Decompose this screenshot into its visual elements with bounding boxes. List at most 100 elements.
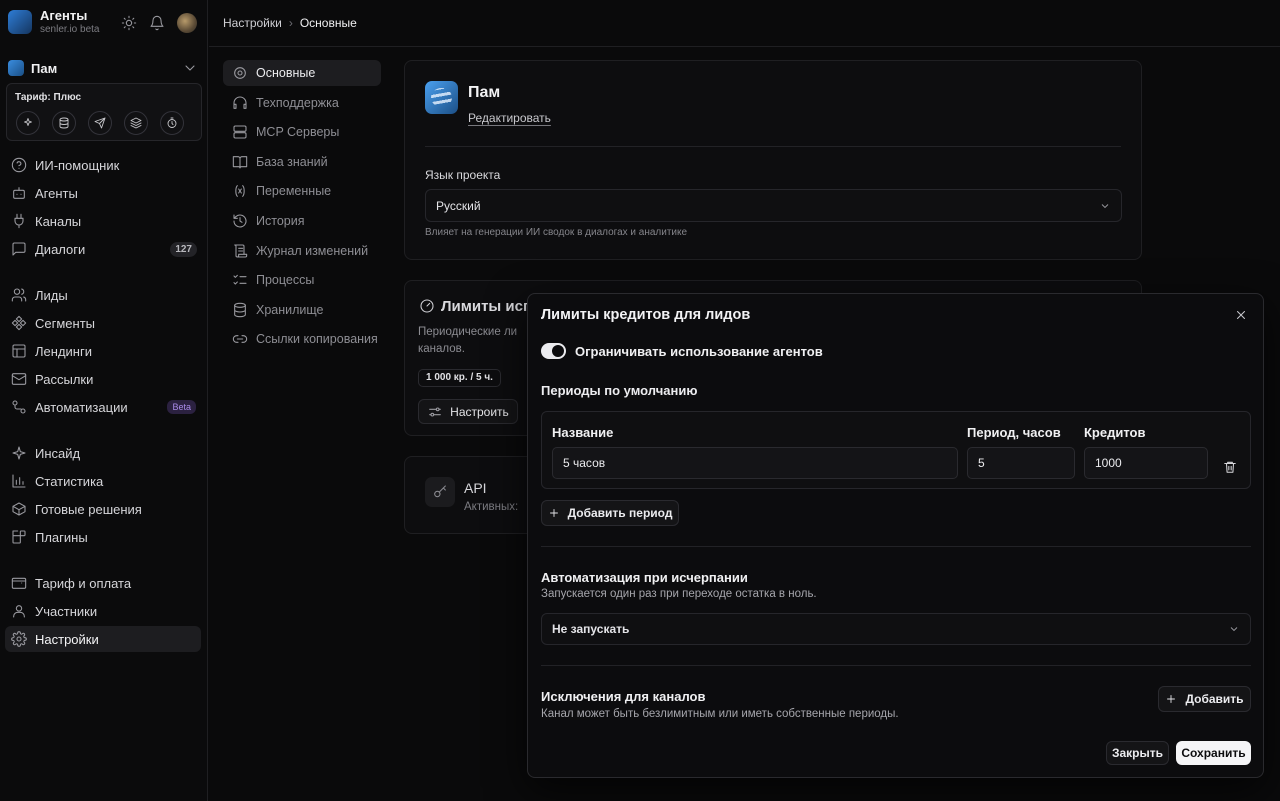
trash-icon[interactable] (1223, 460, 1237, 474)
add-period-label: Добавить период (567, 506, 673, 520)
settings-nav-storage[interactable]: Хранилище (223, 297, 381, 323)
send-icon[interactable] (88, 111, 112, 135)
settings-nav-support[interactable]: Техподдержка (223, 90, 381, 116)
plug-icon (11, 213, 27, 229)
nav-ai-assistant[interactable]: ИИ-помощник (5, 152, 201, 178)
brand-subtitle: senler.io beta (40, 24, 100, 35)
sparkle-icon (11, 445, 27, 461)
nav-segments[interactable]: Сегменты (5, 310, 201, 336)
settings-nav-changelog[interactable]: Журнал изменений (223, 238, 381, 264)
server-icon (232, 124, 248, 140)
brand[interactable]: Агенты senler.io beta (8, 8, 100, 35)
nav-channels[interactable]: Каналы (5, 208, 201, 234)
period-hours-input[interactable]: 5 (967, 447, 1075, 479)
theme-sun-icon[interactable] (121, 15, 137, 31)
scroll-icon (232, 243, 248, 259)
settings-nav-copy-links[interactable]: Ссылки копирования (223, 326, 381, 352)
nav-automations[interactable]: Автоматизации Beta (5, 394, 201, 420)
limits-description: Периодические ли каналов. (418, 326, 518, 355)
plus-icon (1165, 693, 1177, 705)
nav-ready-solutions[interactable]: Готовые решения (5, 496, 201, 522)
layout-icon (11, 343, 27, 359)
settings-nav-label: Техподдержка (256, 96, 339, 110)
workflow-icon (11, 399, 27, 415)
automation-select[interactable]: Не запускать (541, 613, 1251, 645)
nav-label: ИИ-помощник (35, 157, 120, 173)
toggle-label: Ограничивать использование агентов (575, 344, 823, 359)
dialog-title: Лимиты кредитов для лидов (541, 307, 751, 323)
divider (425, 146, 1121, 147)
nav-members[interactable]: Участники (5, 598, 201, 624)
nav-insight[interactable]: Инсайд (5, 440, 201, 466)
limits-title: Лимиты исп (441, 298, 533, 315)
nav-plugins[interactable]: Плагины (5, 524, 201, 550)
settings-nav-processes[interactable]: Процессы (223, 267, 381, 293)
project-card: Пам Редактировать Язык проекта Русский В… (404, 60, 1142, 260)
nav-label: Сегменты (35, 315, 96, 331)
project-name: Пам (31, 60, 58, 76)
settings-nav-mcp[interactable]: MCP Серверы (223, 119, 381, 145)
variable-icon (232, 183, 248, 199)
language-select[interactable]: Русский (425, 189, 1122, 222)
settings-nav-general[interactable]: Основные (223, 60, 381, 86)
users-icon (11, 287, 27, 303)
settings-nav-label: История (256, 214, 305, 228)
period-name-input[interactable]: 5 часов (552, 447, 958, 479)
nav-mailings[interactable]: Рассылки (5, 366, 201, 392)
nav-dialogs[interactable]: Диалоги 127 (5, 236, 201, 262)
settings-nav-knowledge[interactable]: База знаний (223, 149, 381, 175)
nav-settings[interactable]: Настройки (5, 626, 201, 652)
nav-landings[interactable]: Лендинги (5, 338, 201, 364)
nav-label: Лендинги (35, 343, 92, 359)
limits-chip: 1 000 кр. / 5 ч. (418, 369, 501, 387)
timer-icon[interactable] (160, 111, 184, 135)
add-exception-button[interactable]: Добавить (1158, 686, 1251, 712)
settings-nav-variables[interactable]: Переменные (223, 178, 381, 204)
main-sidebar: Агенты senler.io beta Пам Тариф: Плюс ИИ… (0, 0, 208, 801)
settings-nav-label: Основные (256, 66, 316, 80)
database-icon[interactable] (52, 111, 76, 135)
settings-nav-label: Переменные (256, 184, 332, 198)
bell-icon[interactable] (149, 15, 165, 31)
history-icon (232, 213, 248, 229)
chart-icon (11, 473, 27, 489)
settings-nav-label: Журнал изменений (256, 244, 369, 258)
gauge-icon (419, 298, 435, 314)
layers-icon[interactable] (124, 111, 148, 135)
nav-label: Плагины (35, 529, 88, 545)
avatar[interactable] (177, 13, 197, 33)
nav-statistics[interactable]: Статистика (5, 468, 201, 494)
save-button[interactable]: Сохранить (1176, 741, 1251, 765)
period-credits-input[interactable]: 1000 (1084, 447, 1208, 479)
nav-leads[interactable]: Лиды (5, 282, 201, 308)
plan-box: Тариф: Плюс (6, 83, 202, 141)
project-card-name: Пам (468, 84, 501, 101)
nav-label: Инсайд (35, 445, 81, 461)
nav-billing[interactable]: Тариф и оплата (5, 570, 201, 596)
col-credits-header: Кредитов (1084, 425, 1146, 440)
nav-agents[interactable]: Агенты (5, 180, 201, 206)
breadcrumb: Настройки › Основные (223, 16, 357, 30)
sparkles-icon[interactable] (16, 111, 40, 135)
nav-label: Агенты (35, 185, 78, 201)
configure-label: Настроить (450, 404, 509, 419)
nav-label: Автоматизации (35, 399, 128, 415)
brand-title: Агенты (40, 8, 88, 23)
periods-table: Название Период, часов Кредитов 5 часов … (541, 411, 1251, 489)
add-period-button[interactable]: Добавить период (541, 500, 679, 526)
project-switcher[interactable]: Пам (8, 58, 198, 78)
api-title: API (464, 480, 487, 496)
list-checks-icon (232, 272, 248, 288)
configure-limits-button[interactable]: Настроить (418, 399, 518, 424)
puzzle-icon (11, 529, 27, 545)
close-icon[interactable] (1234, 308, 1248, 322)
limit-agents-toggle[interactable] (541, 343, 566, 359)
headset-icon (232, 95, 248, 111)
edit-project-link[interactable]: Редактировать (468, 111, 551, 125)
breadcrumb-parent[interactable]: Настройки (223, 16, 282, 30)
close-button[interactable]: Закрыть (1106, 741, 1169, 765)
settings-nav-history[interactable]: История (223, 208, 381, 234)
col-name-header: Название (552, 425, 614, 440)
gear-icon (232, 65, 248, 81)
add-exception-label: Добавить (1185, 692, 1244, 706)
